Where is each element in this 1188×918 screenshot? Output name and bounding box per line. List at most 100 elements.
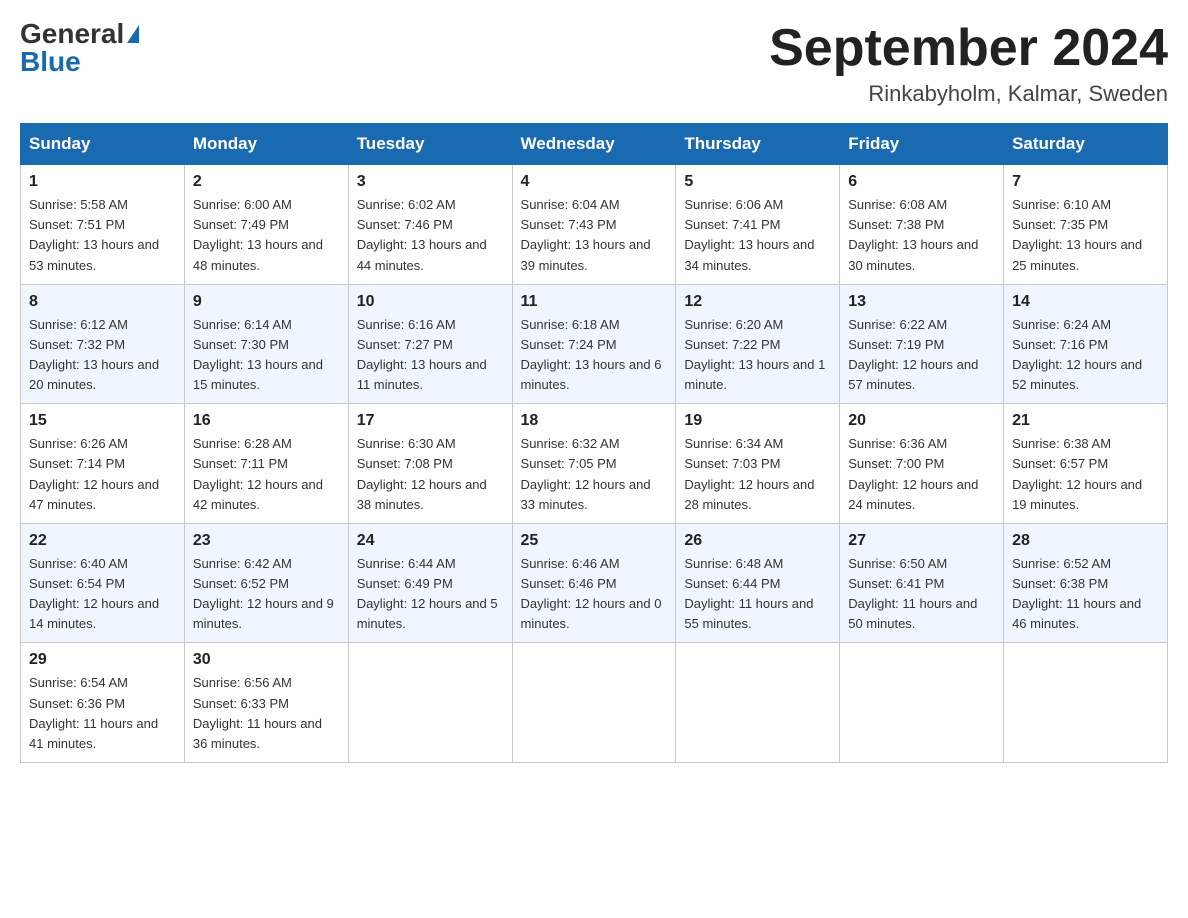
day-number: 22 [29, 532, 176, 550]
day-number: 16 [193, 412, 340, 430]
day-number: 17 [357, 412, 504, 430]
calendar-cell: 24Sunrise: 6:44 AMSunset: 6:49 PMDayligh… [348, 523, 512, 643]
day-number: 4 [521, 173, 668, 191]
logo: General Blue [20, 20, 139, 76]
calendar-cell: 25 Sunrise: 6:46 AMSunset: 6:46 PMDayligh… [512, 523, 676, 643]
day-number: 5 [684, 173, 831, 191]
calendar-cell: 18 Sunrise: 6:32 AMSunset: 7:05 PMDayligh… [512, 404, 676, 524]
day-number: 26 [684, 532, 831, 550]
title-block: September 2024 Rinkabyholm, Kalmar, Swed… [769, 20, 1168, 107]
day-info: Sunrise: 6:48 AMSunset: 6:44 PMDaylight:… [684, 554, 831, 635]
day-info: Sunrise: 6:46 AMSunset: 6:46 PMDaylight:… [521, 554, 668, 635]
column-header-monday: Monday [184, 124, 348, 165]
day-info: Sunrise: 6:40 AMSunset: 6:54 PMDaylight:… [29, 554, 176, 635]
logo-blue-text: Blue [20, 48, 81, 76]
calendar-cell: 30 Sunrise: 6:56 AMSunset: 6:33 PMDayligh… [184, 643, 348, 763]
calendar-cell: 12 Sunrise: 6:20 AMSunset: 7:22 PMDayligh… [676, 284, 840, 404]
calendar-header-row: SundayMondayTuesdayWednesdayThursdayFrid… [21, 124, 1168, 165]
calendar-cell: 10 Sunrise: 6:16 AMSunset: 7:27 PMDayligh… [348, 284, 512, 404]
day-info: Sunrise: 6:56 AMSunset: 6:33 PMDaylight:… [193, 673, 340, 754]
logo-triangle-icon [127, 25, 139, 43]
calendar-cell [348, 643, 512, 763]
day-number: 19 [684, 412, 831, 430]
page-header: General Blue September 2024 Rinkabyholm,… [20, 20, 1168, 107]
day-info: Sunrise: 6:54 AMSunset: 6:36 PMDaylight:… [29, 673, 176, 754]
calendar-cell: 17 Sunrise: 6:30 AMSunset: 7:08 PMDayligh… [348, 404, 512, 524]
logo-general-text: General [20, 20, 124, 48]
day-info: Sunrise: 6:36 AMSunset: 7:00 PMDaylight:… [848, 434, 995, 515]
column-header-wednesday: Wednesday [512, 124, 676, 165]
day-number: 3 [357, 173, 504, 191]
column-header-friday: Friday [840, 124, 1004, 165]
day-info: Sunrise: 6:52 AMSunset: 6:38 PMDaylight:… [1012, 554, 1159, 635]
day-info: Sunrise: 6:24 AMSunset: 7:16 PMDaylight:… [1012, 315, 1159, 396]
calendar-cell: 9 Sunrise: 6:14 AMSunset: 7:30 PMDaylight… [184, 284, 348, 404]
day-info: Sunrise: 6:14 AMSunset: 7:30 PMDaylight:… [193, 315, 340, 396]
day-number: 23 [193, 532, 340, 550]
day-number: 18 [521, 412, 668, 430]
calendar-week-row: 15 Sunrise: 6:26 AMSunset: 7:14 PMDayligh… [21, 404, 1168, 524]
day-info: Sunrise: 6:20 AMSunset: 7:22 PMDaylight:… [684, 315, 831, 396]
day-number: 30 [193, 651, 340, 669]
day-number: 21 [1012, 412, 1159, 430]
calendar-cell: 23 Sunrise: 6:42 AMSunset: 6:52 PMDayligh… [184, 523, 348, 643]
day-info: Sunrise: 6:28 AMSunset: 7:11 PMDaylight:… [193, 434, 340, 515]
calendar-cell: 20 Sunrise: 6:36 AMSunset: 7:00 PMDayligh… [840, 404, 1004, 524]
day-info: Sunrise: 6:34 AMSunset: 7:03 PMDaylight:… [684, 434, 831, 515]
day-number: 15 [29, 412, 176, 430]
day-number: 6 [848, 173, 995, 191]
calendar-week-row: 29 Sunrise: 6:54 AMSunset: 6:36 PMDayligh… [21, 643, 1168, 763]
day-number: 11 [521, 293, 668, 311]
day-number: 1 [29, 173, 176, 191]
day-info: Sunrise: 6:04 AMSunset: 7:43 PMDaylight:… [521, 195, 668, 276]
calendar-cell: 6Sunrise: 6:08 AMSunset: 7:38 PMDaylight… [840, 165, 1004, 285]
day-number: 25 [521, 532, 668, 550]
day-info: Sunrise: 6:32 AMSunset: 7:05 PMDaylight:… [521, 434, 668, 515]
day-info: Sunrise: 6:26 AMSunset: 7:14 PMDaylight:… [29, 434, 176, 515]
calendar-cell: 7 Sunrise: 6:10 AMSunset: 7:35 PMDaylight… [1004, 165, 1168, 285]
day-info: Sunrise: 6:12 AMSunset: 7:32 PMDaylight:… [29, 315, 176, 396]
day-number: 24 [357, 532, 504, 550]
day-number: 2 [193, 173, 340, 191]
day-info: Sunrise: 6:30 AMSunset: 7:08 PMDaylight:… [357, 434, 504, 515]
day-number: 20 [848, 412, 995, 430]
calendar-cell: 3 Sunrise: 6:02 AMSunset: 7:46 PMDaylight… [348, 165, 512, 285]
day-number: 27 [848, 532, 995, 550]
calendar-table: SundayMondayTuesdayWednesdayThursdayFrid… [20, 123, 1168, 763]
day-number: 12 [684, 293, 831, 311]
day-number: 29 [29, 651, 176, 669]
day-info: Sunrise: 6:16 AMSunset: 7:27 PMDaylight:… [357, 315, 504, 396]
day-number: 14 [1012, 293, 1159, 311]
day-info: Sunrise: 6:38 AMSunset: 6:57 PMDaylight:… [1012, 434, 1159, 515]
calendar-cell: 2Sunrise: 6:00 AMSunset: 7:49 PMDaylight… [184, 165, 348, 285]
day-number: 10 [357, 293, 504, 311]
day-info: Sunrise: 6:50 AMSunset: 6:41 PMDaylight:… [848, 554, 995, 635]
calendar-cell: 26 Sunrise: 6:48 AMSunset: 6:44 PMDayligh… [676, 523, 840, 643]
calendar-cell: 21 Sunrise: 6:38 AMSunset: 6:57 PMDayligh… [1004, 404, 1168, 524]
calendar-cell [1004, 643, 1168, 763]
day-info: Sunrise: 6:42 AMSunset: 6:52 PMDaylight:… [193, 554, 340, 635]
day-number: 9 [193, 293, 340, 311]
calendar-cell: 8Sunrise: 6:12 AMSunset: 7:32 PMDaylight… [21, 284, 185, 404]
day-number: 13 [848, 293, 995, 311]
calendar-cell: 27 Sunrise: 6:50 AMSunset: 6:41 PMDayligh… [840, 523, 1004, 643]
calendar-cell: 5Sunrise: 6:06 AMSunset: 7:41 PMDaylight… [676, 165, 840, 285]
day-number: 7 [1012, 173, 1159, 191]
calendar-cell: 19 Sunrise: 6:34 AMSunset: 7:03 PMDayligh… [676, 404, 840, 524]
calendar-cell [512, 643, 676, 763]
day-info: Sunrise: 6:18 AMSunset: 7:24 PMDaylight:… [521, 315, 668, 396]
calendar-cell: 4 Sunrise: 6:04 AMSunset: 7:43 PMDaylight… [512, 165, 676, 285]
column-header-thursday: Thursday [676, 124, 840, 165]
calendar-cell: 29 Sunrise: 6:54 AMSunset: 6:36 PMDayligh… [21, 643, 185, 763]
calendar-cell: 13Sunrise: 6:22 AMSunset: 7:19 PMDayligh… [840, 284, 1004, 404]
day-info: Sunrise: 6:10 AMSunset: 7:35 PMDaylight:… [1012, 195, 1159, 276]
day-info: Sunrise: 6:02 AMSunset: 7:46 PMDaylight:… [357, 195, 504, 276]
column-header-sunday: Sunday [21, 124, 185, 165]
month-year-title: September 2024 [769, 20, 1168, 77]
column-header-saturday: Saturday [1004, 124, 1168, 165]
calendar-cell: 11 Sunrise: 6:18 AMSunset: 7:24 PMDayligh… [512, 284, 676, 404]
calendar-cell [840, 643, 1004, 763]
calendar-cell: 16 Sunrise: 6:28 AMSunset: 7:11 PMDayligh… [184, 404, 348, 524]
calendar-cell: 22 Sunrise: 6:40 AMSunset: 6:54 PMDayligh… [21, 523, 185, 643]
day-number: 28 [1012, 532, 1159, 550]
